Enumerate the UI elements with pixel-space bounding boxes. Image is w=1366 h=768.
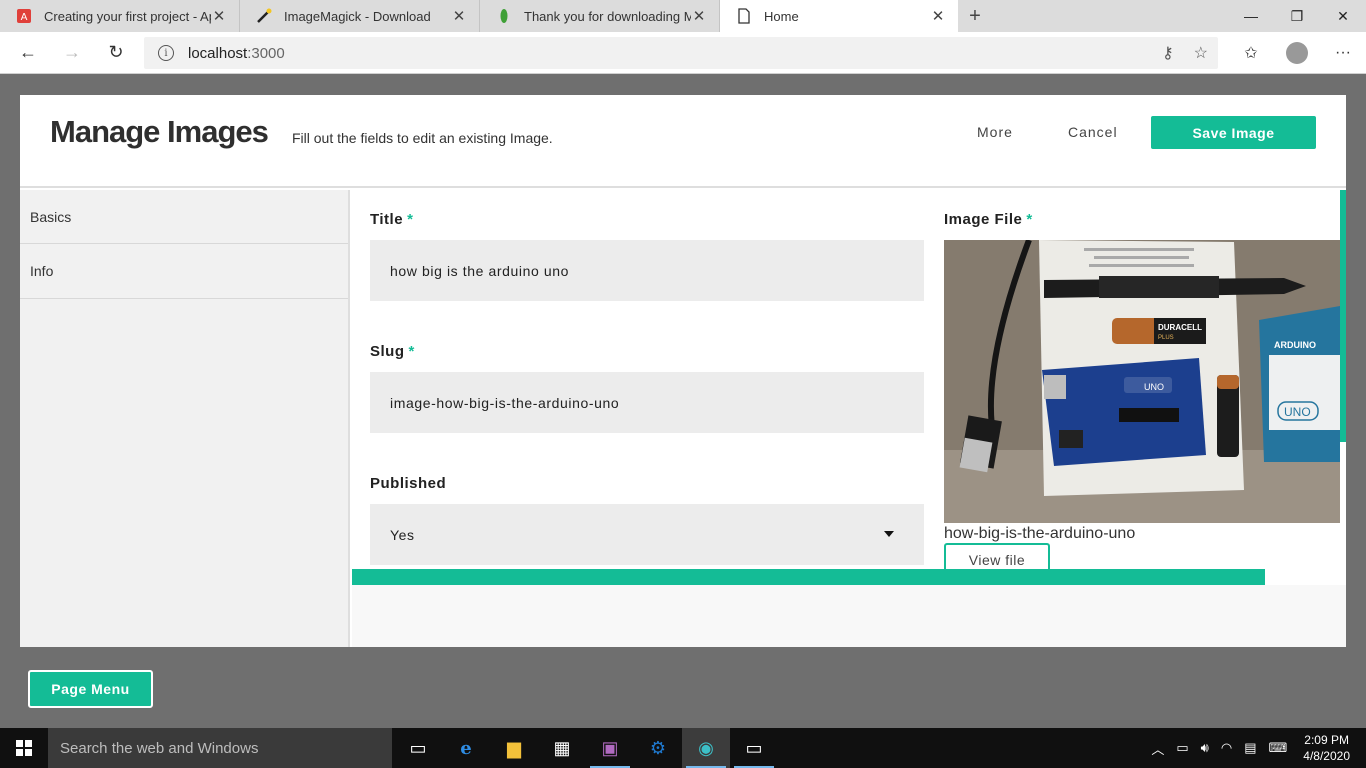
file-explorer-icon[interactable]: ▆ — [490, 728, 538, 768]
url-host: localhost — [188, 44, 248, 62]
tab-close-icon[interactable]: ✕ — [451, 7, 467, 25]
image-file-label-text: Image File — [944, 211, 1023, 228]
browser-tab-apostrophe[interactable]: A Creating your first project - Apos ✕ — [0, 0, 240, 32]
windows-taskbar: Search the web and Windows ▭ e ▆ ▦ ▣ ⚙ ◉… — [0, 728, 1366, 768]
task-view-icon[interactable]: ▭ — [394, 728, 442, 768]
browser-tab-imagemagick[interactable]: ImageMagick - Download ✕ — [240, 0, 480, 32]
new-tab-button[interactable]: + — [958, 0, 992, 32]
image-preview: DURACELL PLUS UNO ARDUINO UNO — [944, 240, 1340, 523]
page-icon — [736, 8, 752, 24]
favorites-list-icon[interactable]: ✩ — [1228, 43, 1274, 63]
terminal-icon[interactable]: ▭ — [730, 728, 778, 768]
clock-time: 2:09 PM — [1304, 733, 1349, 747]
browser-tab-mongodb[interactable]: Thank you for downloading Mon ✕ — [480, 0, 720, 32]
key-icon[interactable]: ⚷ — [1162, 43, 1174, 63]
window-controls: — ❐ ✕ — [1228, 0, 1366, 32]
title-field-label: Title * — [370, 211, 413, 228]
board-logo: UNO — [1144, 382, 1164, 392]
progress-bar — [352, 569, 1265, 585]
more-options-icon[interactable]: ··· — [1320, 44, 1366, 62]
slug-input[interactable]: image-how-big-is-the-arduino-uno — [370, 372, 924, 433]
apostrophe-icon: A — [16, 8, 32, 24]
published-label-text: Published — [370, 475, 447, 492]
browser-tab-home[interactable]: Home ✕ — [720, 0, 958, 32]
profile-avatar-icon[interactable] — [1286, 42, 1308, 64]
box-brand-label: ARDUINO — [1274, 340, 1316, 350]
edge-chromium-icon[interactable]: ◉ — [682, 728, 730, 768]
battery-icon[interactable]: ▭ — [1176, 740, 1188, 756]
slug-label-text: Slug — [370, 343, 405, 360]
manage-images-modal: Manage Images Fill out the fields to edi… — [20, 95, 1346, 647]
modal-header: Manage Images Fill out the fields to edi… — [20, 95, 1346, 188]
clock-date: 4/8/2020 — [1303, 749, 1350, 763]
sidebar-item-info[interactable]: Info — [20, 244, 348, 299]
tab-close-icon[interactable]: ✕ — [930, 7, 946, 25]
image-filename: how-big-is-the-arduino-uno — [944, 525, 1136, 542]
slug-field-label: Slug * — [370, 343, 415, 360]
system-tray: ︿ ▭ 🔊︎ ◠ ▤ ⌨ 2:09 PM 4/8/2020 — [1145, 728, 1366, 768]
page-menu-button[interactable]: Page Menu — [28, 670, 153, 708]
box-model-label: UNO — [1284, 405, 1311, 419]
cancel-button[interactable]: Cancel — [1068, 124, 1118, 140]
address-bar[interactable]: i localhost:3000 ⚷ ☆ — [144, 37, 1218, 69]
show-hidden-icons-chevron-icon[interactable]: ︿ — [1151, 739, 1164, 758]
restore-icon[interactable]: ❐ — [1274, 0, 1320, 32]
forward-arrow-icon[interactable]: → — [50, 32, 94, 74]
back-arrow-icon[interactable]: ← — [6, 32, 50, 74]
url-port: :3000 — [247, 44, 285, 62]
store-icon[interactable]: ▦ — [538, 728, 586, 768]
imagemagick-icon — [256, 8, 272, 24]
battery-label: DURACELL — [1158, 323, 1202, 332]
close-window-icon[interactable]: ✕ — [1320, 0, 1366, 32]
modal-sidebar: Basics Info — [20, 190, 350, 647]
modal-title: Manage Images — [50, 114, 269, 149]
required-mark: * — [1026, 211, 1033, 228]
image-file-field-label: Image File * — [944, 211, 1033, 228]
scrollbar-thumb[interactable] — [1340, 190, 1346, 442]
browser-toolbar: ← → ↻ i localhost:3000 ⚷ ☆ ✩ ··· — [0, 32, 1366, 74]
wifi-icon[interactable]: ◠ — [1221, 740, 1232, 756]
browser-tab-strip: A Creating your first project - Apos ✕ I… — [0, 0, 1366, 32]
published-field-label: Published — [370, 475, 446, 492]
sidebar-item-basics[interactable]: Basics — [20, 190, 348, 244]
required-mark: * — [407, 211, 414, 228]
favorite-star-icon[interactable]: ☆ — [1194, 43, 1208, 63]
tab-title: Home — [764, 8, 799, 24]
view-file-button[interactable]: View file — [944, 543, 1050, 569]
mongodb-leaf-icon — [496, 8, 512, 24]
title-input[interactable]: how big is the arduino uno — [370, 240, 924, 301]
notifications-icon[interactable]: ▤ — [1244, 740, 1256, 756]
volume-icon[interactable]: 🔊︎ — [1201, 740, 1209, 756]
edge-legacy-icon[interactable]: e — [442, 728, 490, 768]
keyboard-icon[interactable]: ⌨ — [1269, 740, 1288, 756]
settings-gear-icon[interactable]: ⚙ — [634, 728, 682, 768]
tab-title: Creating your first project - Apos — [44, 8, 211, 24]
tab-close-icon[interactable]: ✕ — [211, 7, 227, 25]
title-label-text: Title — [370, 211, 404, 228]
modal-footer-area — [352, 585, 1346, 647]
published-selected-value: Yes — [390, 526, 415, 543]
save-image-button[interactable]: Save Image — [1151, 116, 1316, 149]
info-icon[interactable]: i — [158, 45, 174, 61]
required-mark: * — [408, 343, 415, 360]
battery-sub-label: PLUS — [1158, 335, 1174, 341]
taskbar-search-box[interactable]: Search the web and Windows — [48, 728, 392, 768]
chevron-down-icon — [884, 531, 894, 537]
tab-title: ImageMagick - Download — [284, 8, 431, 24]
refresh-icon[interactable]: ↻ — [94, 32, 138, 74]
more-button[interactable]: More — [977, 124, 1013, 140]
published-select[interactable]: Yes — [370, 504, 924, 565]
minimize-icon[interactable]: — — [1228, 0, 1274, 32]
tab-title: Thank you for downloading Mon — [524, 8, 691, 24]
svg-text:A: A — [21, 12, 28, 23]
modal-subtitle: Fill out the fields to edit an existing … — [292, 130, 553, 146]
teams-app-icon[interactable]: ▣ — [586, 728, 634, 768]
taskbar-clock[interactable]: 2:09 PM 4/8/2020 — [1303, 732, 1350, 764]
tab-close-icon[interactable]: ✕ — [691, 7, 707, 25]
windows-start-icon[interactable] — [0, 728, 48, 768]
